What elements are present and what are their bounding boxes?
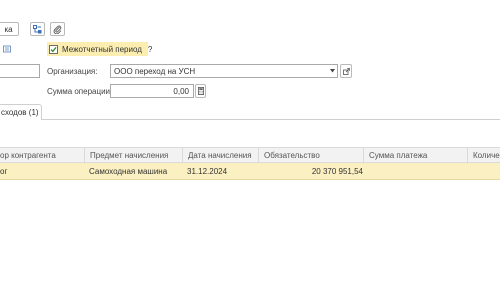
list-icon[interactable] [3, 45, 11, 53]
column-header-subject[interactable]: Предмет начисления [84, 148, 188, 162]
open-organization-button[interactable] [340, 64, 352, 78]
cell-contractor-contract: ог [0, 166, 8, 176]
column-header-payment-amount[interactable]: Сумма платежа [363, 148, 473, 162]
intercompany-checkbox-label: Межотчетный период [62, 44, 142, 54]
attach-button[interactable] [50, 22, 65, 36]
amount-value: 0,00 [173, 86, 189, 96]
intercompany-checkbox-group[interactable]: Межотчетный период ? [47, 42, 152, 56]
help-link[interactable]: ? [148, 45, 152, 54]
calculator-icon [197, 87, 204, 95]
checkbox-checked-icon[interactable] [49, 44, 58, 54]
column-header-accrual-date[interactable]: Дата начисления [182, 148, 264, 162]
left-truncated-field[interactable] [0, 64, 40, 78]
toolbar-first-button[interactable]: ка [0, 22, 19, 36]
column-header-quantity[interactable]: Количе [467, 148, 500, 162]
amount-field[interactable]: 0,00 [110, 84, 194, 98]
open-link-icon [342, 67, 350, 75]
toolbar-first-button-label: ка [4, 24, 13, 34]
tab-expenses[interactable]: сходов (1) [0, 104, 42, 120]
organization-value: ООО переход на УСН [114, 66, 196, 76]
calculator-button[interactable] [195, 84, 206, 98]
cell-payment-amount [363, 163, 472, 179]
column-header-obligation[interactable]: Обязательство [258, 148, 369, 162]
cell-accrual-date: 31.12.2024 [187, 166, 228, 176]
cell-obligation: 20 370 951,54 [311, 166, 363, 176]
amount-label: Сумма операции: [47, 87, 113, 96]
table-header: ор контрагента Предмет начисления Дата н… [0, 147, 500, 163]
organization-label: Организация: [47, 67, 98, 76]
paperclip-icon [53, 25, 62, 34]
table-row[interactable]: ог Самоходная машина 31.12.2024 20 370 9… [0, 163, 500, 180]
dropdown-arrow-icon[interactable] [326, 64, 338, 78]
column-header-contractor-contract[interactable]: ор контрагента [0, 148, 84, 162]
tree-grid-icon [33, 24, 42, 34]
organization-field[interactable]: ООО переход на УСН [110, 64, 338, 78]
tree-grid-button[interactable] [30, 22, 45, 36]
cell-quantity [467, 163, 500, 179]
cell-subject: Самоходная машина [89, 166, 168, 176]
tab-expenses-label: сходов (1) [1, 108, 39, 117]
tabs-baseline [0, 119, 500, 120]
